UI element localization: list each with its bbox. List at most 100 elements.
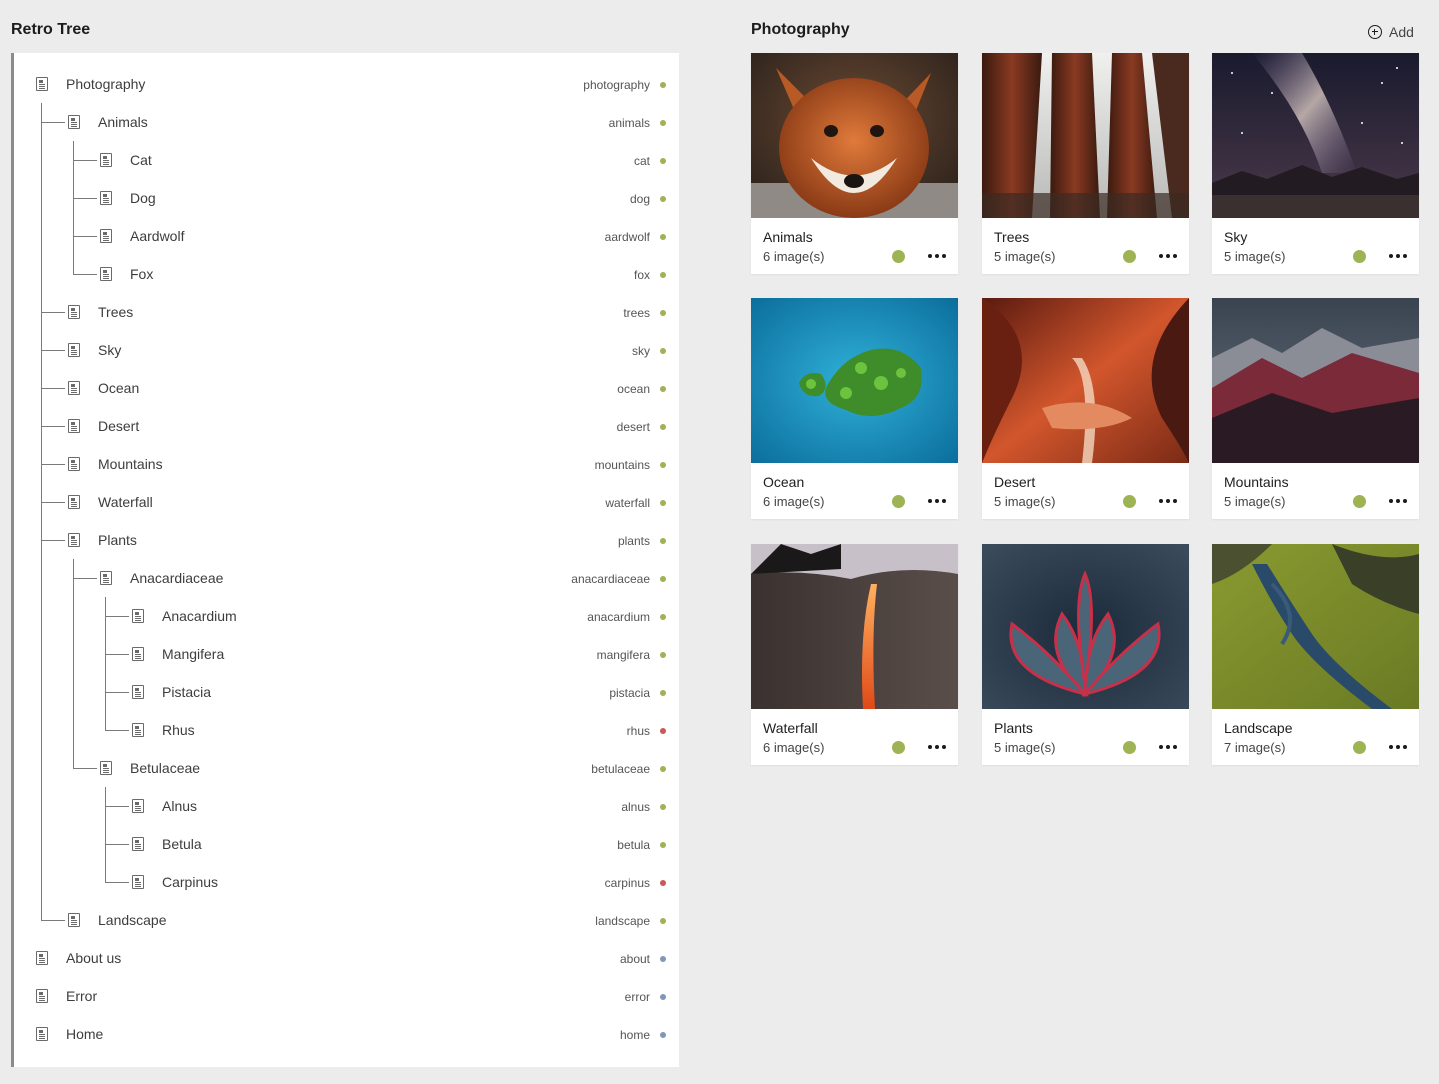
tree-connector — [41, 350, 65, 351]
milky-way-photo[interactable] — [1212, 53, 1419, 218]
page-icon — [68, 381, 80, 395]
tree-item-label: Sky — [98, 342, 122, 358]
tree-item-dog[interactable]: Dog dog — [14, 179, 679, 217]
tree-item-waterfall[interactable]: Waterfall waterfall — [14, 483, 679, 521]
page-icon — [68, 305, 80, 319]
tree-item-aardwolf[interactable]: Aardwolf aardwolf — [14, 217, 679, 255]
tree-item-label: Animals — [98, 114, 148, 130]
status-dot — [660, 652, 666, 658]
tree-item-anacardiaceae[interactable]: Anacardiaceae anacardiaceae — [14, 559, 679, 597]
tree-item-home[interactable]: Home home — [14, 1015, 679, 1053]
page-icon — [36, 989, 48, 1003]
gallery-card-sky[interactable]: Sky 5 image(s) — [1212, 53, 1419, 274]
status-dot — [660, 690, 666, 696]
succulent-photo[interactable] — [982, 544, 1189, 709]
tree-item-desert[interactable]: Desert desert — [14, 407, 679, 445]
gallery-card-desert[interactable]: Desert 5 image(s) — [982, 298, 1189, 519]
tree-item-slug: landscape — [595, 914, 650, 928]
river-valley-photo[interactable] — [1212, 544, 1419, 709]
page-icon — [68, 343, 80, 357]
tree-item-fox[interactable]: Fox fox — [14, 255, 679, 293]
tree-item-label: Photography — [66, 76, 146, 92]
tree-item-label: Betulaceae — [130, 760, 201, 776]
more-options-icon[interactable] — [1159, 250, 1179, 262]
tree-item-trees[interactable]: Trees trees — [14, 293, 679, 331]
page-icon — [68, 419, 80, 433]
island-aerial-photo[interactable] — [751, 298, 958, 463]
status-dot — [660, 158, 666, 164]
redwood-trees-photo[interactable] — [982, 53, 1189, 218]
card-title: Animals — [763, 229, 813, 245]
tree-title: Retro Tree — [11, 21, 91, 38]
tree-item-photography[interactable]: Photography photography — [14, 65, 679, 103]
status-dot — [892, 495, 905, 508]
tree-item-ocean[interactable]: Ocean ocean — [14, 369, 679, 407]
tree-connector — [105, 692, 129, 693]
tree-item-label: Mountains — [98, 456, 163, 472]
tree-item-slug: fox — [633, 268, 650, 282]
tree-item-label: Aardwolf — [130, 228, 185, 244]
more-options-icon[interactable] — [928, 741, 948, 753]
more-options-icon[interactable] — [1159, 741, 1179, 753]
more-options-icon[interactable] — [928, 495, 948, 507]
tree-connector — [41, 464, 65, 465]
add-label: Add — [1389, 24, 1414, 40]
page-icon — [68, 913, 80, 927]
tree-item-label: Waterfall — [98, 494, 153, 510]
tree-item-slug: photography — [583, 78, 650, 92]
page-icon — [100, 761, 112, 775]
tree-item-error[interactable]: Error error — [14, 977, 679, 1015]
more-options-icon[interactable] — [1389, 250, 1409, 262]
red-mountains-photo[interactable] — [1212, 298, 1419, 463]
more-options-icon[interactable] — [928, 250, 948, 262]
gallery-card-animals[interactable]: Animals 6 image(s) — [751, 53, 958, 274]
tree-item-label: Betula — [162, 836, 202, 852]
tree-branch-line — [73, 559, 74, 769]
tree-item-label: Fox — [130, 266, 154, 282]
tree-item-about[interactable]: About us about — [14, 939, 679, 977]
page-icon — [100, 191, 112, 205]
tree-connector — [105, 844, 129, 845]
tree-connector — [73, 578, 97, 579]
more-options-icon[interactable] — [1389, 741, 1409, 753]
tree-item-slug: betulaceae — [591, 762, 650, 776]
status-dot — [660, 994, 666, 1000]
tree-item-slug: pistacia — [609, 686, 650, 700]
more-options-icon[interactable] — [1389, 495, 1409, 507]
card-title: Landscape — [1224, 720, 1293, 736]
status-dot — [660, 576, 666, 582]
fox-photo[interactable] — [751, 53, 958, 218]
page-icon — [132, 875, 144, 889]
tree-item-sky[interactable]: Sky sky — [14, 331, 679, 369]
more-options-icon[interactable] — [1159, 495, 1179, 507]
page-icon — [100, 267, 112, 281]
tree-item-animals[interactable]: Animals animals — [14, 103, 679, 141]
status-dot — [660, 614, 666, 620]
tree-item-plants[interactable]: Plants plants — [14, 521, 679, 559]
slot-canyon-photo[interactable] — [982, 298, 1189, 463]
status-dot — [660, 766, 666, 772]
firefall-photo[interactable] — [751, 544, 958, 709]
tree-connector — [73, 768, 97, 769]
gallery-card-mountains[interactable]: Mountains 5 image(s) — [1212, 298, 1419, 519]
tree-item-mountains[interactable]: Mountains mountains — [14, 445, 679, 483]
status-dot — [1353, 495, 1366, 508]
gallery-card-waterfall[interactable]: Waterfall 6 image(s) — [751, 544, 958, 765]
card-image-count: 5 image(s) — [994, 494, 1056, 509]
status-dot — [1123, 495, 1136, 508]
status-dot — [660, 348, 666, 354]
status-dot — [660, 956, 666, 962]
gallery-card-plants[interactable]: Plants 5 image(s) — [982, 544, 1189, 765]
tree-item-betulaceae[interactable]: Betulaceae betulaceae — [14, 749, 679, 787]
tree-connector — [105, 806, 129, 807]
add-button[interactable]: Add — [1368, 22, 1414, 42]
gallery-card-ocean[interactable]: Ocean 6 image(s) — [751, 298, 958, 519]
card-image-count: 6 image(s) — [763, 494, 825, 509]
gallery-card-trees[interactable]: Trees 5 image(s) — [982, 53, 1189, 274]
tree-item-label: Dog — [130, 190, 156, 206]
tree-item-cat[interactable]: Cat cat — [14, 141, 679, 179]
tree-item-landscape[interactable]: Landscape landscape — [14, 901, 679, 939]
tree-connector — [41, 502, 65, 503]
gallery-card-landscape[interactable]: Landscape 7 image(s) — [1212, 544, 1419, 765]
card-title: Desert — [994, 474, 1036, 490]
